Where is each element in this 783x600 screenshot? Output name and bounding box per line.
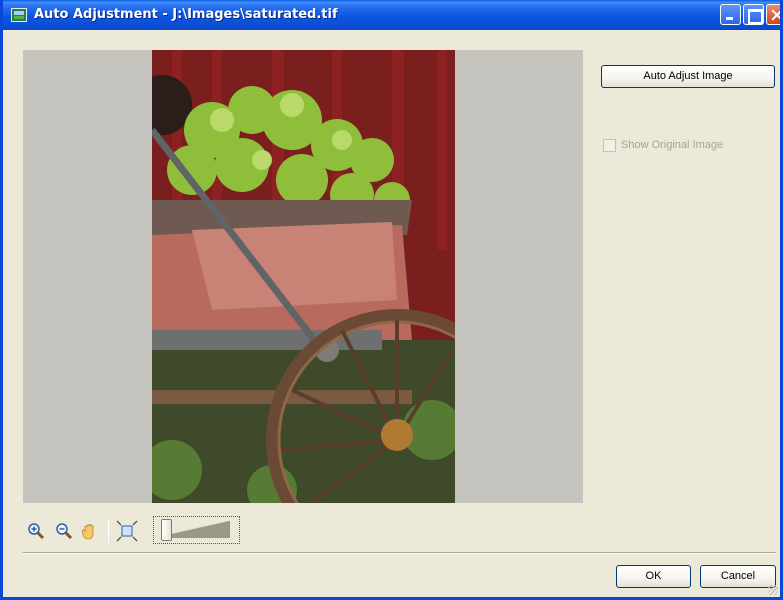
auto-adjust-button[interactable]: Auto Adjust Image [601,65,775,88]
close-icon[interactable] [766,4,780,25]
footer-divider [23,552,776,554]
image-app-icon [11,8,27,22]
show-original-label: Show Original Image [621,139,724,151]
minimize-icon[interactable] [720,4,741,25]
image-preview-area[interactable] [23,50,583,503]
zoom-slider-thumb[interactable] [161,519,172,541]
title-bar[interactable]: Auto Adjustment - J:\Images\saturated.ti… [3,0,780,30]
zoom-out-icon[interactable] [55,522,73,540]
zoom-slider-track [162,521,230,538]
show-original-checkbox [603,139,616,152]
resize-grip-icon[interactable] [768,585,778,595]
window-title: Auto Adjustment - J:\Images\saturated.ti… [34,7,338,22]
fit-to-window-icon[interactable] [116,520,138,542]
zoom-in-icon[interactable] [27,522,45,540]
maximize-icon[interactable] [743,4,764,25]
ok-button[interactable]: OK [616,565,691,588]
preview-photo [152,50,455,503]
toolbar-separator [108,519,109,543]
auto-adjustment-dialog: Auto Adjustment - J:\Images\saturated.ti… [0,0,783,600]
hand-pan-icon[interactable] [81,522,99,540]
zoom-slider[interactable] [153,516,240,544]
cancel-button[interactable]: Cancel [700,565,776,588]
